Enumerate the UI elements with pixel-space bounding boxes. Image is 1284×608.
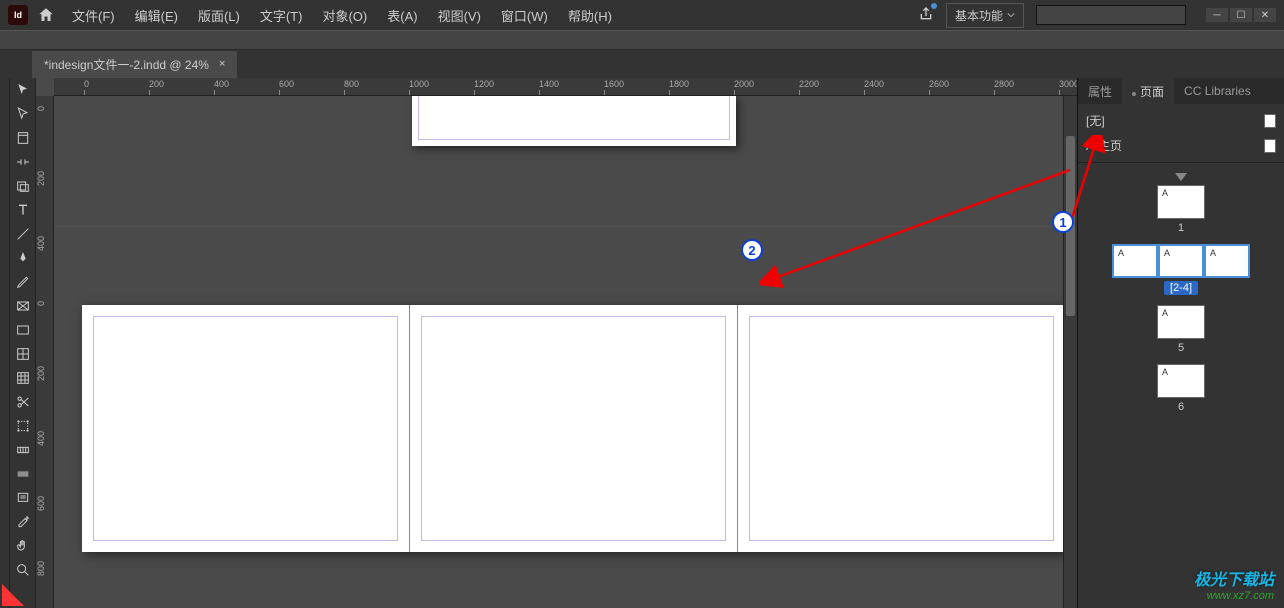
zoom-tool[interactable] [10, 558, 36, 582]
grid2-tool[interactable] [10, 366, 36, 390]
pages-panel: 属性 页面 CC Libraries [无] A-主页 A1AAA[2-4]A5… [1077, 78, 1284, 608]
page-number: 6 [1178, 401, 1184, 413]
callout-1: 1 [1052, 211, 1074, 233]
page-thumb-group[interactable]: A5 [1086, 305, 1276, 354]
watermark: 极光下载站 www.xz7.com [1194, 566, 1274, 602]
page-number: 1 [1178, 222, 1184, 234]
page-peek[interactable] [412, 96, 736, 146]
tab-properties[interactable]: 属性 [1078, 78, 1122, 105]
selection-tool[interactable] [10, 78, 36, 102]
tab-cc-libraries[interactable]: CC Libraries [1174, 79, 1261, 103]
menu-layout[interactable]: 版面(L) [190, 2, 248, 29]
page-thumb[interactable]: A [1157, 305, 1205, 339]
canvas[interactable] [54, 96, 1063, 608]
page-thumb-group[interactable]: AAA[2-4] [1086, 244, 1276, 295]
menu-object[interactable]: 对象(O) [314, 2, 375, 29]
workspace-label: 基本功能 [955, 7, 1003, 24]
type-tool[interactable] [10, 198, 36, 222]
menu-view[interactable]: 视图(V) [430, 2, 489, 29]
pen-tool[interactable] [10, 246, 36, 270]
menu-type[interactable]: 文字(T) [252, 2, 311, 29]
page-thumb[interactable]: A [1112, 244, 1158, 278]
gradient-swatch-tool[interactable] [10, 438, 36, 462]
master-swatch [1264, 139, 1276, 153]
spread-page-3[interactable] [738, 305, 1063, 552]
vertical-ruler[interactable]: 02004000200400600800 [36, 96, 54, 608]
page-number: [2-4] [1164, 281, 1198, 295]
color-indicator[interactable] [2, 584, 24, 606]
spread-marker-icon [1175, 173, 1187, 181]
menu-file[interactable]: 文件(F) [64, 2, 123, 29]
app-logo: Id [8, 5, 28, 25]
page-thumb[interactable]: A [1158, 244, 1204, 278]
spread-page-1[interactable] [82, 305, 410, 552]
grid-tool[interactable] [10, 342, 36, 366]
pages-list: A1AAA[2-4]A5A6 [1078, 163, 1284, 608]
scissors-tool[interactable] [10, 390, 36, 414]
page-thumb-group[interactable]: A1 [1086, 185, 1276, 234]
menubar: Id 文件(F) 编辑(E) 版面(L) 文字(T) 对象(O) 表(A) 视图… [0, 0, 1284, 30]
pencil-tool[interactable] [10, 270, 36, 294]
close-button[interactable]: ✕ [1254, 8, 1276, 22]
master-swatch [1264, 114, 1276, 128]
tab-bar: *indesign文件一-2.indd @ 24% × [0, 50, 1284, 78]
page-tool[interactable] [10, 126, 36, 150]
page-thumb[interactable]: A [1157, 364, 1205, 398]
master-pages-section: [无] A-主页 [1078, 104, 1284, 163]
page-thumb-group[interactable]: A6 [1086, 364, 1276, 413]
direct-selection-tool[interactable] [10, 102, 36, 126]
note-tool[interactable] [10, 486, 36, 510]
page-spread[interactable] [82, 305, 1063, 552]
toolbox [10, 78, 36, 608]
panel-tabs: 属性 页面 CC Libraries [1078, 78, 1284, 104]
chevron-down-icon [1007, 11, 1015, 19]
free-transform-tool[interactable] [10, 414, 36, 438]
page-thumb[interactable]: A [1157, 185, 1205, 219]
rectangle-tool[interactable] [10, 318, 36, 342]
minimize-button[interactable]: ─ [1206, 8, 1228, 22]
master-none[interactable]: [无] [1086, 108, 1276, 133]
page-number: 5 [1178, 342, 1184, 354]
hand-tool[interactable] [10, 534, 36, 558]
document-tab[interactable]: *indesign文件一-2.indd @ 24% × [32, 51, 237, 78]
horizontal-ruler[interactable]: 0200400600800100012001400160018002000220… [54, 78, 1077, 96]
share-icon[interactable] [918, 6, 934, 25]
master-a[interactable]: A-主页 [1086, 133, 1276, 158]
gap-tool[interactable] [10, 150, 36, 174]
document-tab-title: *indesign文件一-2.indd @ 24% [44, 56, 209, 73]
gradient-feather-tool[interactable] [10, 462, 36, 486]
control-strip [0, 30, 1284, 50]
callout-2: 2 [741, 239, 763, 261]
left-rail [0, 78, 10, 608]
search-input[interactable] [1036, 5, 1186, 25]
menu-table[interactable]: 表(A) [379, 2, 425, 29]
spread-page-2[interactable] [410, 305, 738, 552]
rectangle-frame-tool[interactable] [10, 294, 36, 318]
tab-pages[interactable]: 页面 [1122, 78, 1174, 105]
canvas-area: 0200400600800100012001400160018002000220… [36, 78, 1077, 608]
tab-close-icon[interactable]: × [219, 58, 225, 70]
workspace-selector[interactable]: 基本功能 [946, 3, 1024, 28]
home-icon[interactable] [36, 5, 56, 25]
menu-help[interactable]: 帮助(H) [560, 2, 620, 29]
vertical-scrollbar[interactable] [1063, 96, 1077, 608]
eyedropper-tool[interactable] [10, 510, 36, 534]
line-tool[interactable] [10, 222, 36, 246]
page-thumb[interactable]: A [1204, 244, 1250, 278]
content-collector-tool[interactable] [10, 174, 36, 198]
maximize-button[interactable]: ☐ [1230, 8, 1252, 22]
menu-edit[interactable]: 编辑(E) [127, 2, 186, 29]
menu-window[interactable]: 窗口(W) [493, 2, 556, 29]
